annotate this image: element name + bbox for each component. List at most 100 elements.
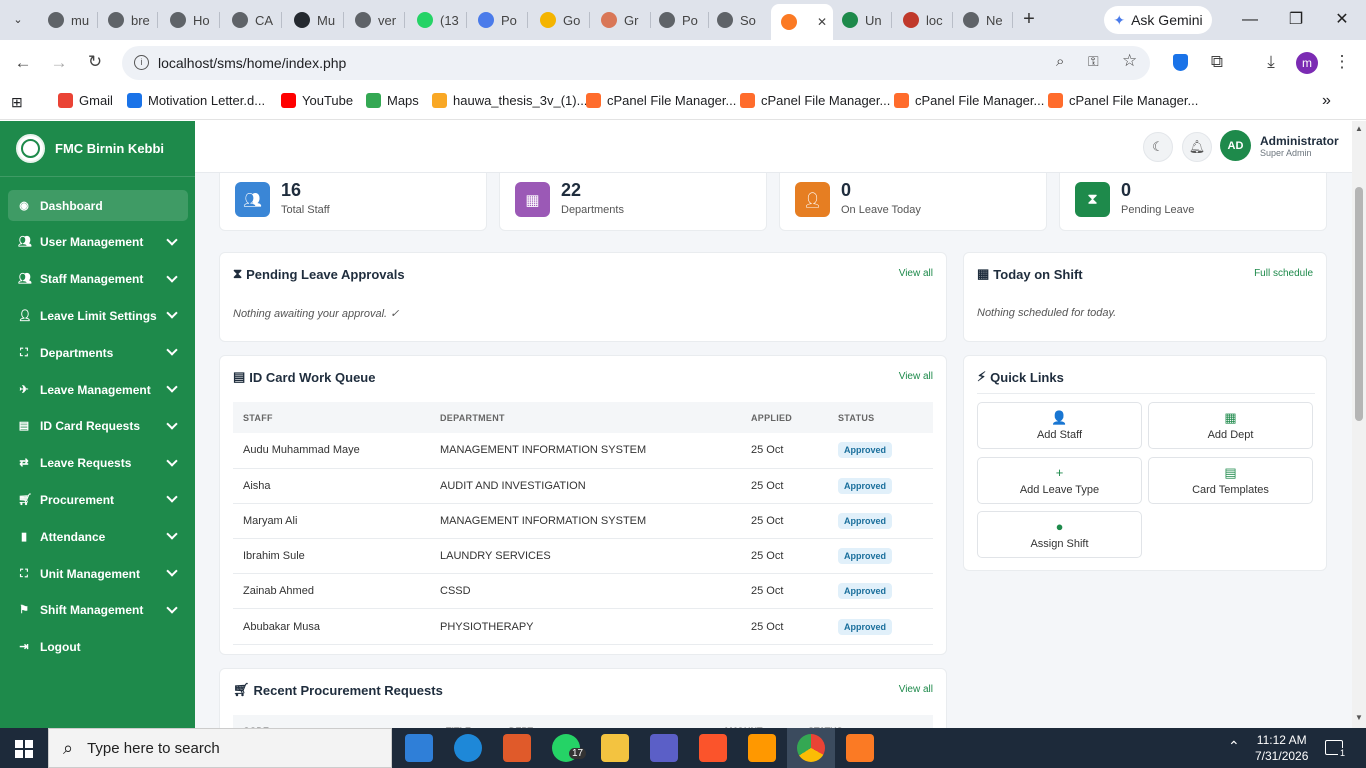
apps-grid-icon[interactable]: ⊞ xyxy=(11,94,27,110)
browser-tab[interactable]: ver xyxy=(345,6,401,34)
bookmark-item[interactable]: Maps xyxy=(366,93,419,108)
sidebar-item-attendance[interactable]: ▮ Attendance xyxy=(8,521,188,552)
browser-tab[interactable]: So xyxy=(707,6,763,34)
extensions-icon[interactable]: ⧉ xyxy=(1205,52,1229,72)
scroll-up-icon[interactable]: ▲ xyxy=(1355,124,1363,133)
table-row[interactable]: Zainab Ahmed CSSD 25 Oct Approved xyxy=(233,573,933,610)
browser-tab[interactable]: Ho xyxy=(160,6,216,34)
stat-card: 👥︎ 16 Total Staff xyxy=(219,173,487,231)
bookmark-item[interactable]: YouTube xyxy=(281,93,353,108)
table-row[interactable]: Audu Muhammad Maye MANAGEMENT INFORMATION… xyxy=(233,433,933,469)
browser-tab[interactable]: Mu xyxy=(284,6,340,34)
edge-app-icon[interactable] xyxy=(454,734,482,762)
sidebar-item-id-card-requests[interactable]: ▤ ID Card Requests xyxy=(8,411,188,442)
user-avatar[interactable]: AD xyxy=(1220,130,1251,161)
site-info-icon[interactable]: i xyxy=(134,55,149,70)
bookmark-item[interactable]: cPanel File Manager... xyxy=(894,93,1044,108)
browser-tab[interactable]: Ne xyxy=(953,6,1009,34)
page-scrollbar[interactable]: ▲ ▼ xyxy=(1352,121,1366,728)
url-text[interactable]: localhost/sms/home/index.php xyxy=(158,55,346,71)
minimize-button[interactable]: — xyxy=(1235,8,1265,32)
restore-button[interactable]: ❐ xyxy=(1281,8,1311,32)
windows-start-icon[interactable] xyxy=(15,740,33,758)
more-bookmarks-icon[interactable]: » xyxy=(1322,92,1331,110)
address-bar[interactable]: i localhost/sms/home/index.php ⌕ ⚿ ☆ xyxy=(122,46,1150,80)
zoom-icon[interactable]: ⌕ xyxy=(1056,53,1064,70)
reload-icon[interactable]: ↻ xyxy=(83,52,107,72)
store-app-icon[interactable] xyxy=(503,734,531,762)
full-schedule-link[interactable]: Full schedule xyxy=(1254,268,1313,279)
shield-extension-icon[interactable] xyxy=(1173,54,1188,71)
sidebar-item-procurement[interactable]: 🛒︎ Procurement xyxy=(8,484,188,515)
sidebar-item-unit-management[interactable]: ⛶ Unit Management xyxy=(8,558,188,589)
system-clock[interactable]: 11:12 AM 7/31/2026 xyxy=(1255,732,1308,764)
browser-tab[interactable]: CA xyxy=(222,6,278,34)
quick-link-add-dept[interactable]: ▦ Add Dept xyxy=(1148,402,1313,449)
browser-tab[interactable]: Po xyxy=(468,6,524,34)
browser-tab[interactable]: ✕ xyxy=(771,4,833,40)
quick-link-card-templates[interactable]: ▤ Card Templates xyxy=(1148,456,1313,504)
back-icon[interactable]: ← xyxy=(11,53,35,73)
browser-menu-icon[interactable]: ⋮ xyxy=(1330,52,1354,72)
download-icon[interactable]: ⤓ xyxy=(1259,52,1283,72)
sublime-app-icon[interactable] xyxy=(748,734,776,762)
tab-close-icon[interactable]: ✕ xyxy=(817,15,827,29)
browser-tab[interactable]: Go xyxy=(530,6,586,34)
close-window-button[interactable]: ✕ xyxy=(1327,8,1357,32)
procurement-view-all-link[interactable]: View all xyxy=(899,684,933,695)
password-key-icon[interactable]: ⚿ xyxy=(1088,53,1099,70)
bookmark-favicon-icon xyxy=(366,93,381,108)
mail-app-icon[interactable] xyxy=(405,734,433,762)
file-explorer-icon[interactable] xyxy=(601,734,629,762)
ask-gemini-button[interactable]: ✦ Ask Gemini xyxy=(1104,6,1212,34)
table-row[interactable]: Maryam Ali MANAGEMENT INFORMATION SYSTEM 2… xyxy=(233,503,933,540)
stat-card: ⧗ 0 Pending Leave xyxy=(1059,173,1327,231)
sidebar-item-leave-limit-settings[interactable]: 👤︎ Leave Limit Settings xyxy=(8,300,188,331)
new-tab-button[interactable]: + xyxy=(1017,8,1041,32)
browser-tab[interactable]: bre xyxy=(98,6,154,34)
sidebar-item-leave-management[interactable]: ✈︎ Leave Management xyxy=(8,374,188,405)
dark-mode-toggle[interactable]: ☾ xyxy=(1143,132,1173,162)
sidebar-item-user-management[interactable]: 👥︎ User Management xyxy=(8,227,188,258)
bookmark-item[interactable]: cPanel File Manager... xyxy=(1048,93,1198,108)
browser-tab[interactable]: Po xyxy=(649,6,705,34)
brave-app-icon[interactable] xyxy=(699,734,727,762)
brand[interactable]: FMC Birnin Kebbi xyxy=(0,121,195,177)
sidebar-item-leave-requests[interactable]: ⇄ Leave Requests xyxy=(8,448,188,479)
bookmark-star-icon[interactable]: ☆ xyxy=(1122,51,1137,71)
quick-link-assign-shift[interactable]: ● Assign Shift xyxy=(977,511,1142,558)
table-row[interactable]: Aisha AUDIT AND INVESTIGATION 25 Oct Approv… xyxy=(233,468,933,504)
bookmark-item[interactable]: cPanel File Manager... xyxy=(740,93,890,108)
chrome-app-active[interactable] xyxy=(787,728,835,768)
quick-link-add-staff[interactable]: 👤 Add Staff xyxy=(977,402,1142,449)
browser-tab[interactable]: loc xyxy=(893,6,949,34)
bookmark-item[interactable]: Gmail xyxy=(58,93,113,108)
tray-chevron-icon[interactable]: ⌃ xyxy=(1228,738,1240,755)
browser-tab[interactable]: Gr xyxy=(591,6,647,34)
pending-view-all-link[interactable]: View all xyxy=(899,268,933,279)
sidebar-item-dashboard[interactable]: ◉ Dashboard xyxy=(8,190,188,221)
taskbar-search[interactable]: ⌕ Type here to search xyxy=(48,728,392,768)
sidebar-item-departments[interactable]: ⛶ Departments xyxy=(8,337,188,368)
quick-link-add-leave-type[interactable]: + Add Leave Type xyxy=(977,456,1142,504)
bookmark-item[interactable]: Motivation Letter.d... xyxy=(127,93,265,108)
table-row[interactable]: Ibrahim Sule LAUNDRY SERVICES 25 Oct Approv… xyxy=(233,538,933,575)
table-row[interactable]: Abubakar Musa PHYSIOTHERAPY 25 Oct Approved xyxy=(233,608,933,645)
browser-tab[interactable]: (13 xyxy=(407,6,463,34)
forward-icon[interactable]: → xyxy=(47,53,71,73)
profile-avatar[interactable]: m xyxy=(1296,52,1318,74)
teams-app-icon[interactable] xyxy=(650,734,678,762)
scrollbar-thumb[interactable] xyxy=(1355,187,1363,421)
notifications-button[interactable]: 🔔︎ xyxy=(1182,132,1212,162)
xampp-app-icon[interactable] xyxy=(846,734,874,762)
browser-tab[interactable]: mu xyxy=(38,6,94,34)
scroll-down-icon[interactable]: ▼ xyxy=(1355,713,1363,722)
sidebar-item-logout[interactable]: ⇥ Logout xyxy=(8,632,188,663)
tab-search-button[interactable]: ⌄ xyxy=(8,10,28,30)
sidebar-item-shift-management[interactable]: ⚑ Shift Management xyxy=(8,595,188,626)
bookmark-item[interactable]: hauwa_thesis_3v_(1)... xyxy=(432,93,587,108)
id-queue-view-all-link[interactable]: View all xyxy=(899,371,933,382)
browser-tab[interactable]: Un xyxy=(832,6,888,34)
bookmark-item[interactable]: cPanel File Manager... xyxy=(586,93,736,108)
sidebar-item-staff-management[interactable]: 👥︎ Staff Management xyxy=(8,264,188,295)
